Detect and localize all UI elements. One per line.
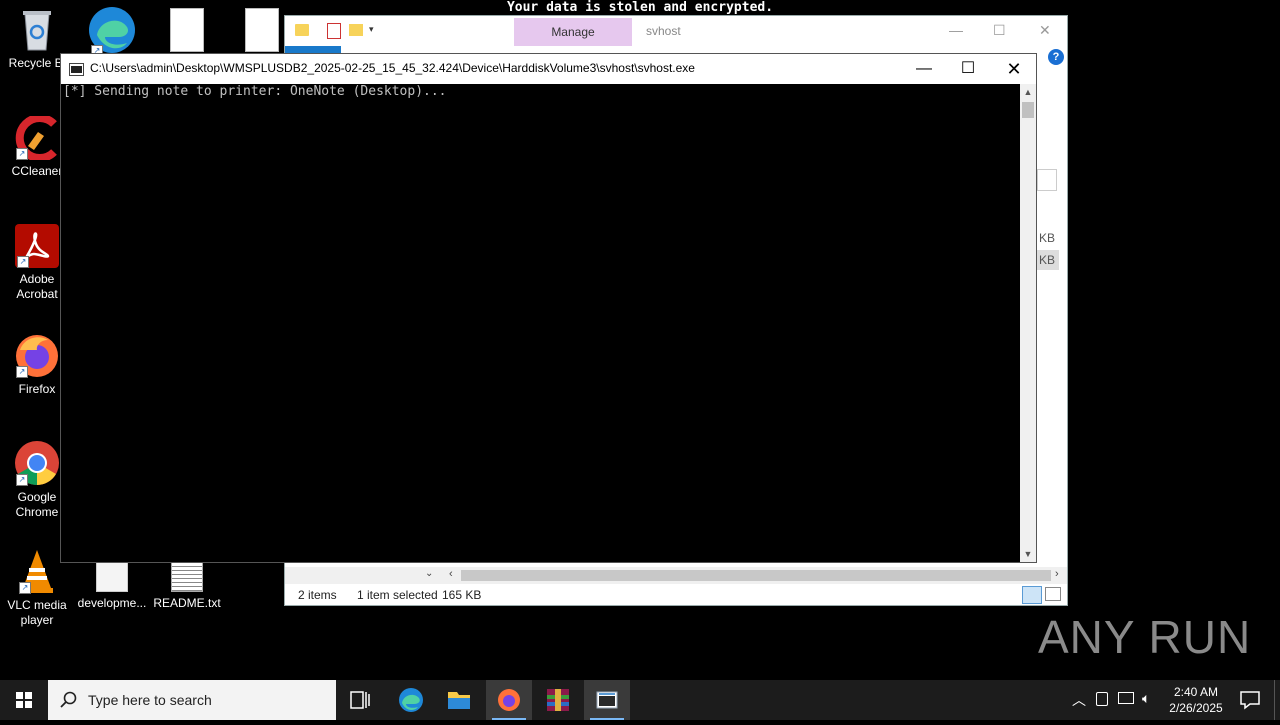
chrome-icon: ↗ — [14, 440, 60, 486]
start-button[interactable] — [0, 680, 48, 720]
status-selected: 1 item selected — [357, 588, 438, 602]
file-explorer-icon — [448, 692, 470, 709]
console-app-icon — [69, 63, 84, 76]
anyrun-watermark: ANY RUN — [1038, 611, 1252, 663]
scroll-left-icon[interactable]: ‹ — [449, 568, 453, 580]
horizontal-scrollbar[interactable]: ‹ › ⌄ — [285, 567, 1067, 584]
explorer-titlebar[interactable]: ▾ Manage svhost — ☐ ✕ — [285, 16, 1067, 46]
desktop-icon-label: VLC media player — [7, 598, 67, 627]
edge-icon — [399, 688, 423, 712]
show-desktop-button[interactable] — [1274, 680, 1280, 720]
close-button[interactable]: ✕ — [991, 54, 1037, 84]
explorer-title: svhost — [646, 24, 681, 38]
taskbar-file-explorer-button[interactable] — [436, 680, 482, 720]
minimize-button[interactable]: — — [949, 22, 963, 38]
search-placeholder: Type here to search — [88, 692, 212, 708]
status-size: 165 KB — [442, 588, 482, 602]
task-view-icon — [350, 691, 370, 709]
scroll-up-icon[interactable]: ▲ — [1020, 84, 1036, 100]
desktop-icon-file[interactable] — [162, 8, 212, 56]
notifications-button[interactable] — [1232, 680, 1268, 720]
search-box[interactable] — [1037, 169, 1057, 191]
windows-logo-icon — [16, 692, 32, 708]
firefox-icon: ↗ — [14, 332, 60, 378]
file-icon — [170, 8, 204, 52]
firefox-icon — [498, 689, 520, 711]
file-icon — [96, 562, 128, 592]
taskbar-search-box[interactable]: Type here to search — [48, 680, 336, 720]
recycle-bin-icon — [17, 8, 57, 52]
minimize-button[interactable]: — — [901, 54, 947, 84]
tab-manage[interactable]: Manage — [514, 18, 632, 46]
desktop-icon-file[interactable] — [237, 8, 287, 56]
close-button[interactable]: ✕ — [1039, 22, 1051, 39]
taskbar-console-button[interactable] — [584, 680, 630, 720]
status-items: 2 items — [298, 588, 337, 602]
desktop-icon-label: README.txt — [153, 596, 221, 610]
desktop-icon-readme[interactable]: README.txt — [150, 562, 224, 611]
status-bar: 2 items 1 item selected 165 KB — [285, 584, 1067, 606]
vlc-icon: ↗ — [17, 548, 57, 594]
acrobat-icon: ↗ — [15, 224, 59, 268]
folder-icon — [295, 24, 309, 36]
search-icon — [60, 691, 77, 708]
desktop-icon-label: developme... — [77, 596, 147, 610]
ccleaner-icon: ↗ — [14, 114, 60, 162]
desktop-icon-edge[interactable]: ↗ — [82, 5, 142, 59]
task-view-button[interactable] — [337, 680, 383, 720]
volume-icon[interactable]: 🔈︎ — [1142, 690, 1150, 707]
size-cell: KB — [1039, 231, 1056, 245]
scroll-down-icon[interactable]: ▼ — [1020, 546, 1036, 562]
vertical-scrollbar[interactable]: ▲ ▼ — [1020, 84, 1036, 562]
help-icon[interactable]: ? — [1048, 49, 1064, 65]
console-output[interactable]: [*] Sending note to printer: OneNote (De… — [61, 84, 1021, 562]
chevron-down-icon[interactable]: ⌄ — [425, 568, 433, 579]
device-icon[interactable] — [1096, 692, 1108, 706]
scroll-thumb[interactable] — [461, 570, 1051, 581]
details-view-icon[interactable] — [1022, 586, 1042, 604]
console-titlebar[interactable]: C:\Users\admin\Desktop\WMSPLUSDB2_2025-0… — [61, 54, 1036, 84]
properties-icon[interactable] — [327, 23, 341, 39]
customize-toolbar-icon[interactable]: ▾ — [369, 24, 374, 35]
network-icon[interactable] — [1118, 692, 1134, 704]
clock-date: 2/26/2025 — [1169, 701, 1223, 715]
large-icons-view-icon[interactable] — [1045, 587, 1061, 601]
taskbar-winrar-button[interactable] — [535, 680, 581, 720]
clock-time: 2:40 AM — [1173, 685, 1219, 699]
clock[interactable]: 2:40 AM 2/26/2025 — [1160, 684, 1232, 716]
size-cell: KB — [1036, 250, 1059, 270]
taskbar: Type here to search ︿ 🔈︎ 2:40 AM 2/26/20… — [0, 680, 1280, 720]
scroll-thumb[interactable] — [1022, 102, 1034, 118]
desktop-icon-development-file[interactable]: developme... — [75, 562, 149, 611]
show-hidden-icons-icon[interactable]: ︿ — [1072, 690, 1086, 710]
console-window[interactable]: C:\Users\admin\Desktop\WMSPLUSDB2_2025-0… — [60, 53, 1037, 563]
console-icon — [596, 691, 618, 709]
taskbar-edge-button[interactable] — [388, 680, 434, 720]
console-title: C:\Users\admin\Desktop\WMSPLUSDB2_2025-0… — [90, 61, 695, 75]
edge-icon: ↗ — [87, 5, 137, 57]
file-icon — [245, 8, 279, 52]
new-folder-icon[interactable] — [349, 24, 363, 36]
maximize-button[interactable]: ☐ — [993, 22, 1006, 39]
text-file-icon — [171, 562, 203, 592]
winrar-icon — [547, 689, 569, 711]
notification-icon — [1240, 691, 1260, 710]
scroll-right-icon[interactable]: › — [1055, 568, 1059, 580]
maximize-button[interactable]: ☐ — [945, 54, 991, 84]
taskbar-firefox-button[interactable] — [486, 680, 532, 720]
